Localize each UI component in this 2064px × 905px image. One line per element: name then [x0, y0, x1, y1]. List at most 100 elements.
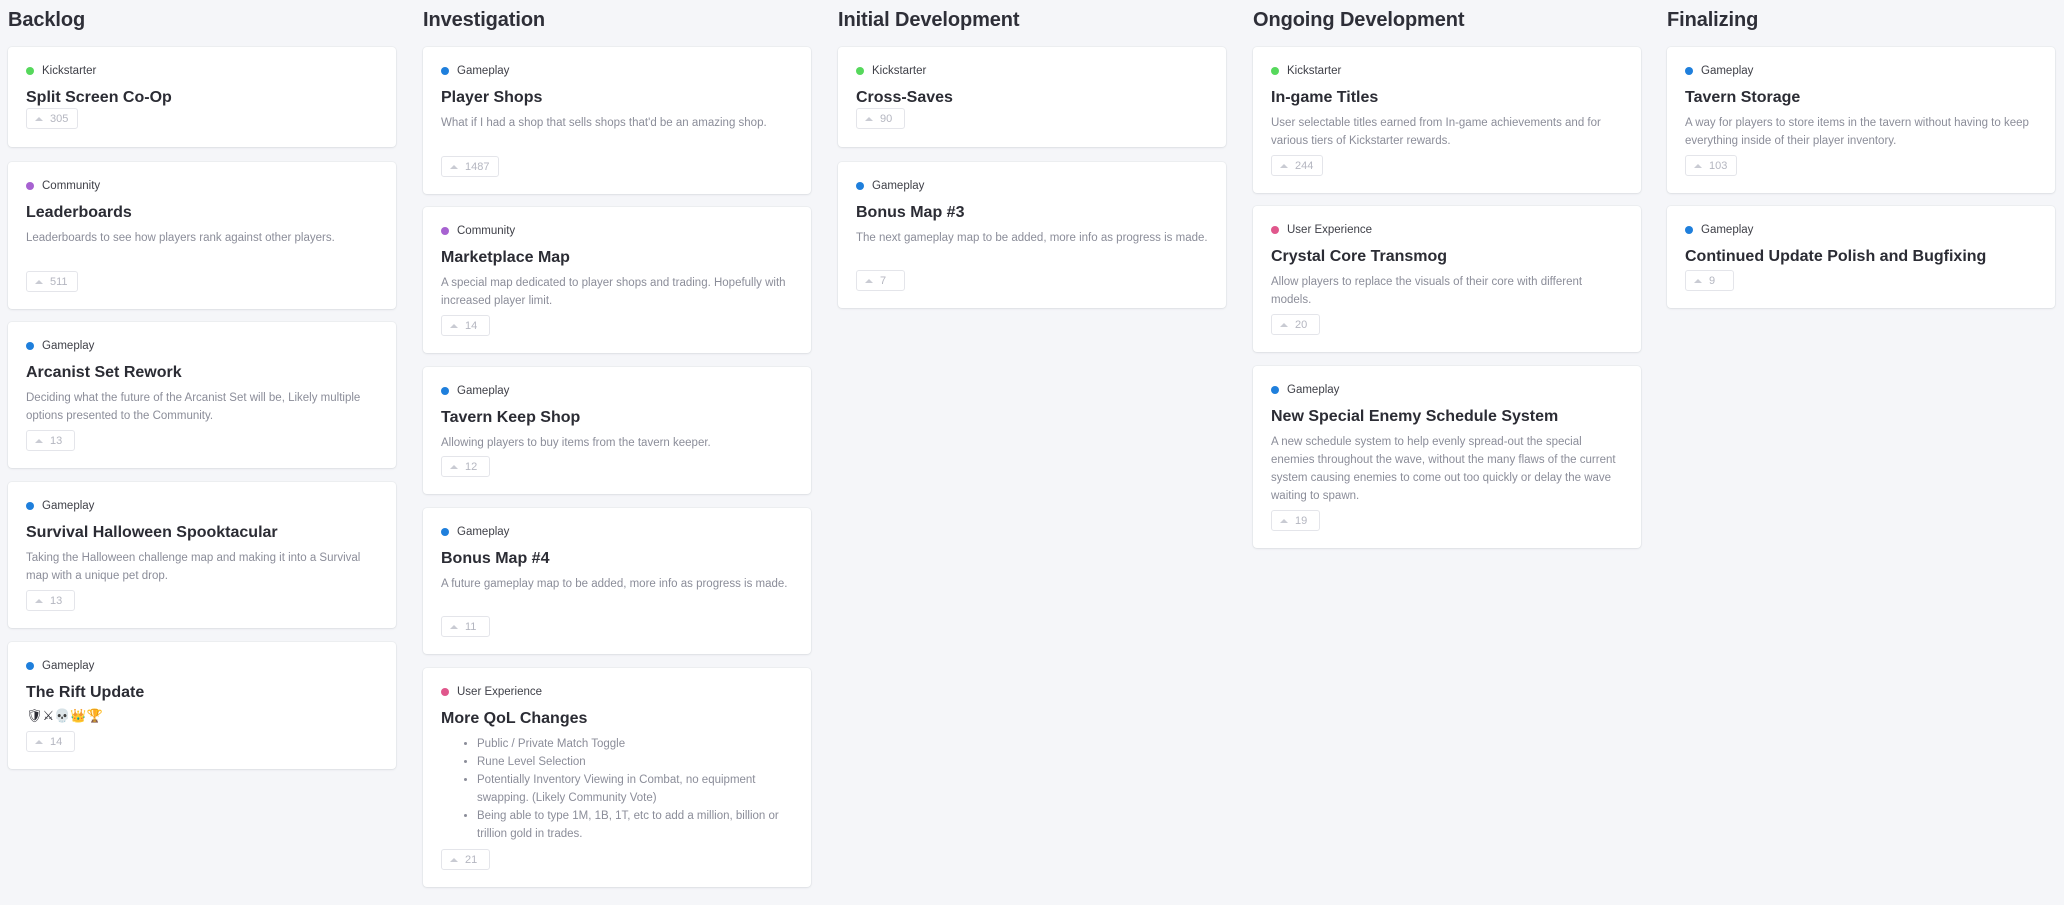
- category-dot-icon: [441, 688, 449, 696]
- upvote-button[interactable]: 103: [1685, 155, 1738, 176]
- category-label: Kickstarter: [1287, 65, 1342, 77]
- upvote-button[interactable]: 21: [441, 849, 490, 870]
- card-player-shops[interactable]: Gameplay Player Shops What if I had a shop…: [423, 47, 811, 194]
- upvote-arrow-icon: [1280, 518, 1288, 523]
- card-title: Split Screen Co-Op: [26, 89, 172, 106]
- category-dot-icon: [441, 67, 449, 75]
- column-initial-development: Initial Development Kickstarter Cross-Save…: [838, 0, 1226, 905]
- category-label: Community: [42, 180, 101, 192]
- upvote-arrow-icon: [865, 278, 873, 283]
- card-description: The next gameplay map to be added, more …: [856, 232, 1208, 244]
- vote-count: 20: [1295, 318, 1308, 331]
- card-description: Taking the Halloween challenge map and m…: [26, 552, 361, 582]
- list-item: Potentially Inventory Viewing in Combat,…: [477, 771, 793, 807]
- upvote-button[interactable]: 14: [441, 315, 490, 336]
- category-label: Gameplay: [42, 500, 95, 512]
- vote-count: 90: [880, 112, 893, 125]
- category-label: User Experience: [1287, 224, 1373, 236]
- vote-count: 7: [880, 274, 887, 287]
- vote-count: 305: [50, 112, 69, 125]
- card-description: A special map dedicated to player shops …: [441, 277, 786, 307]
- upvote-button[interactable]: 244: [1271, 155, 1324, 176]
- card-title: Survival Halloween Spooktacular: [26, 524, 278, 541]
- card-description: What if I had a shop that sells shops th…: [441, 117, 767, 129]
- card-cross-saves[interactable]: Kickstarter Cross-Saves 90: [838, 47, 1226, 147]
- upvote-button[interactable]: 511: [26, 271, 78, 292]
- column-title: Backlog: [8, 9, 86, 31]
- category-dot-icon: [441, 227, 449, 235]
- card-new-special-enemy-schedule-system[interactable]: Gameplay New Special Enemy Schedule Syste…: [1253, 366, 1641, 548]
- upvote-button[interactable]: 90: [856, 108, 905, 129]
- upvote-arrow-icon: [450, 164, 458, 169]
- category-tag: Gameplay: [26, 499, 378, 513]
- card-arcanist-set-rework[interactable]: Gameplay Arcanist Set Rework Deciding what…: [8, 322, 396, 468]
- card-title: Crystal Core Transmog: [1271, 248, 1448, 265]
- card-description: A future gameplay map to be added, more …: [441, 578, 788, 590]
- category-dot-icon: [1271, 67, 1279, 75]
- vote-count: 21: [465, 853, 478, 866]
- category-label: Gameplay: [42, 660, 95, 672]
- upvote-arrow-icon: [450, 323, 458, 328]
- card-continued-update-polish-and-bugfixing[interactable]: Gameplay Continued Update Polish and Bugf…: [1667, 206, 2055, 308]
- category-dot-icon: [1685, 226, 1693, 234]
- upvote-button[interactable]: 7: [856, 270, 905, 291]
- category-tag: Community: [26, 179, 378, 193]
- card-title: New Special Enemy Schedule System: [1271, 408, 1559, 425]
- card-description: Allow players to replace the visuals of …: [1271, 276, 1583, 306]
- category-tag: User Experience: [441, 685, 793, 699]
- category-label: Kickstarter: [42, 65, 97, 77]
- column-title: Investigation: [423, 9, 546, 31]
- card-tavern-keep-shop[interactable]: Gameplay Tavern Keep Shop Allowing players…: [423, 367, 811, 494]
- upvote-button[interactable]: 20: [1271, 314, 1320, 335]
- vote-count: 511: [50, 275, 68, 288]
- vote-count: 9: [1709, 274, 1716, 287]
- upvote-button[interactable]: 305: [26, 108, 79, 129]
- upvote-button[interactable]: 9: [1685, 270, 1734, 291]
- card-description: A new schedule system to help evenly spr…: [1271, 436, 1616, 502]
- card-title: More QoL Changes: [441, 710, 588, 727]
- category-dot-icon: [26, 342, 34, 350]
- upvote-button[interactable]: 14: [26, 731, 75, 752]
- card-leaderboards[interactable]: Community Leaderboards Leaderboards to see…: [8, 162, 396, 309]
- category-dot-icon: [441, 528, 449, 536]
- upvote-button[interactable]: 13: [26, 430, 75, 451]
- category-label: Gameplay: [872, 180, 925, 192]
- card-in-game-titles[interactable]: Kickstarter In-game Titles User selectable…: [1253, 47, 1641, 193]
- upvote-arrow-icon: [1280, 163, 1288, 168]
- upvote-button[interactable]: 19: [1271, 510, 1320, 531]
- card-split-screen-co-op[interactable]: Kickstarter Split Screen Co-Op 305: [8, 47, 396, 147]
- upvote-button[interactable]: 1487: [441, 156, 500, 177]
- vote-count: 11: [465, 620, 477, 633]
- card-bonus-map-3[interactable]: Gameplay Bonus Map #3 The next gameplay ma…: [838, 162, 1226, 308]
- upvote-button[interactable]: 11: [441, 616, 490, 637]
- category-label: Gameplay: [457, 526, 510, 538]
- column-title: Ongoing Development: [1253, 9, 1465, 31]
- upvote-button[interactable]: 12: [441, 456, 490, 477]
- vote-count: 14: [465, 319, 478, 332]
- card-bonus-map-4[interactable]: Gameplay Bonus Map #4 A future gameplay ma…: [423, 508, 811, 654]
- vote-count: 14: [50, 735, 63, 748]
- card-the-rift-update[interactable]: Gameplay The Rift Update 🛡⚔💀👑🏆 14: [8, 642, 396, 769]
- card-more-qol-changes[interactable]: User Experience More QoL Changes Public / …: [423, 668, 811, 887]
- card-crystal-core-transmog[interactable]: User Experience Crystal Core Transmog Allo…: [1253, 206, 1641, 352]
- card-survival-halloween-spooktacular[interactable]: Gameplay Survival Halloween Spooktacular T…: [8, 482, 396, 628]
- category-dot-icon: [441, 387, 449, 395]
- category-tag: Gameplay: [1271, 383, 1623, 397]
- upvote-button[interactable]: 13: [26, 590, 75, 611]
- roadmap-board: Backlog Kickstarter Split Screen Co-Op 305 C…: [0, 0, 2064, 905]
- column-finalizing: Finalizing Gameplay Tavern Storage A way fo…: [1667, 0, 2055, 905]
- category-tag: Community: [441, 224, 793, 238]
- category-label: Community: [457, 225, 516, 237]
- card-tavern-storage[interactable]: Gameplay Tavern Storage A way for players …: [1667, 47, 2055, 193]
- card-bullet-list: Public / Private Match ToggleRune Level …: [441, 735, 793, 843]
- category-label: Gameplay: [1701, 65, 1754, 77]
- card-title: Bonus Map #3: [856, 204, 965, 221]
- card-marketplace-map[interactable]: Community Marketplace Map A special map de…: [423, 207, 811, 353]
- card-title: Cross-Saves: [856, 89, 953, 106]
- column-backlog: Backlog Kickstarter Split Screen Co-Op 305 C…: [8, 0, 396, 905]
- category-label: Kickstarter: [872, 65, 927, 77]
- vote-count: 103: [1709, 159, 1728, 172]
- category-label: Gameplay: [457, 385, 510, 397]
- vote-count: 1487: [465, 160, 490, 173]
- category-dot-icon: [856, 67, 864, 75]
